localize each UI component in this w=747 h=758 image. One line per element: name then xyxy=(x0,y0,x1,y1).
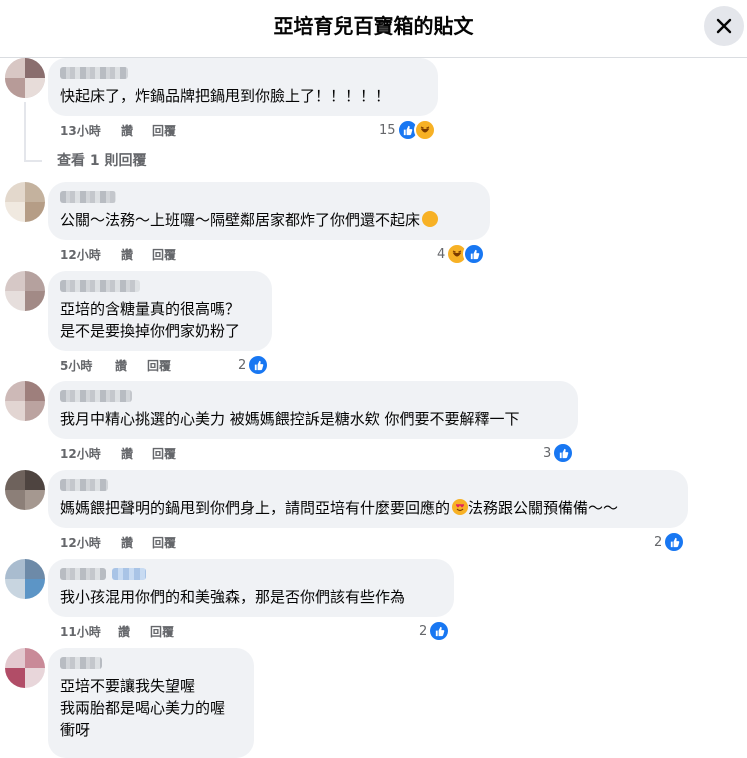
author-name-blurred[interactable] xyxy=(60,191,116,203)
author-name-blurred[interactable] xyxy=(60,657,102,669)
like-action[interactable]: 讚 xyxy=(121,445,133,462)
laughing-emoji xyxy=(422,211,439,227)
author-name-blurred[interactable] xyxy=(60,280,140,292)
comment-text-part: 媽媽餵把聲明的鍋甩到你們身上，請問亞培有什麼要回應的 xyxy=(60,499,451,517)
comment-time[interactable]: 11小時 xyxy=(60,623,101,640)
comment-text: 亞培不要讓我失望喔 我兩胎都是喝心美力的喔 衝呀 xyxy=(60,677,226,739)
reaction-summary[interactable]: 2 xyxy=(238,354,270,376)
reaction-count: 15 xyxy=(379,122,396,138)
comment-text: 公關～法務～上班囉～隔壁鄰居家都炸了你們還不起床 xyxy=(60,209,478,231)
author-name-blurred[interactable] xyxy=(60,67,128,79)
reply-action[interactable]: 回覆 xyxy=(152,445,176,462)
reaction-count: 2 xyxy=(238,357,247,373)
like-action[interactable]: 讚 xyxy=(121,534,133,551)
reaction-summary[interactable]: 15 xyxy=(379,119,436,141)
reply-action[interactable]: 回覆 xyxy=(152,534,176,551)
comment-time[interactable]: 12小時 xyxy=(60,445,101,462)
comment-text: 亞培的含糖量真的很高嗎？ 是不是要換掉你們家奶粉了 xyxy=(60,300,241,340)
reply-action[interactable]: 回覆 xyxy=(152,122,176,139)
avatar[interactable] xyxy=(5,182,45,222)
comment-text: 我小孩混用你們的和美強森，那是否你們該有些作為 xyxy=(60,588,406,606)
reply-action[interactable]: 回覆 xyxy=(150,623,174,640)
comment-bubble: 公關～法務～上班囉～隔壁鄰居家都炸了你們還不起床 xyxy=(48,182,490,240)
like-icon xyxy=(463,243,486,265)
reaction-count: 2 xyxy=(654,534,663,550)
reaction-summary[interactable]: 2 xyxy=(654,531,686,553)
author-name-blurred[interactable] xyxy=(60,479,108,491)
comment-bubble: 亞培的含糖量真的很高嗎？ 是不是要換掉你們家奶粉了 xyxy=(48,271,272,351)
reply-action[interactable]: 回覆 xyxy=(152,246,176,263)
comment-bubble: 我月中精心挑選的心美力 被媽媽餵控訴是糖水欸 你們要不要解釋一下 xyxy=(48,381,578,439)
haha-icon xyxy=(413,119,436,141)
author-name-blurred[interactable] xyxy=(60,390,132,402)
comment-time[interactable]: 5小時 xyxy=(60,357,92,374)
avatar[interactable] xyxy=(5,648,45,688)
comment-text: 媽媽餵把聲明的鍋甩到你們身上，請問亞培有什麼要回應的 法務跟公關預備備～～ xyxy=(60,497,676,519)
author-name-blurred[interactable] xyxy=(60,568,106,580)
reaction-summary[interactable]: 4 xyxy=(437,243,486,265)
comment-text-part: 法務跟公關預備備～～ xyxy=(468,499,619,517)
reaction-summary[interactable]: 2 xyxy=(419,620,451,642)
like-icon xyxy=(663,531,686,553)
heart-eyes-emoji xyxy=(452,499,469,515)
comment-bubble: 快起床了，炸鍋品牌把鍋甩到你臉上了！！！！！ xyxy=(48,58,438,116)
avatar[interactable] xyxy=(5,381,45,421)
close-button[interactable] xyxy=(704,6,744,46)
comment-text: 快起床了，炸鍋品牌把鍋甩到你臉上了！！！！！ xyxy=(60,87,391,105)
reaction-count: 4 xyxy=(437,246,446,262)
comment-bubble: 媽媽餵把聲明的鍋甩到你們身上，請問亞培有什麼要回應的 法務跟公關預備備～～ xyxy=(48,470,688,528)
like-action[interactable]: 讚 xyxy=(118,623,130,640)
comment-time[interactable]: 13小時 xyxy=(60,122,101,139)
like-action[interactable]: 讚 xyxy=(115,357,127,374)
like-action[interactable]: 讚 xyxy=(121,246,133,263)
reaction-count: 3 xyxy=(543,445,552,461)
close-icon xyxy=(716,18,732,34)
dialog-header: 亞培育兒百寶箱的貼文 xyxy=(0,0,747,58)
reaction-summary[interactable]: 3 xyxy=(543,442,575,464)
like-icon xyxy=(552,442,575,464)
avatar[interactable] xyxy=(5,271,45,311)
comment-bubble: 亞培不要讓我失望喔 我兩胎都是喝心美力的喔 衝呀 xyxy=(48,648,254,758)
reaction-count: 2 xyxy=(419,623,428,639)
view-replies-link[interactable]: 查看 1 則回覆 xyxy=(57,150,147,170)
avatar[interactable] xyxy=(5,470,45,510)
comment-time[interactable]: 12小時 xyxy=(60,534,101,551)
comment-time[interactable]: 12小時 xyxy=(60,246,101,263)
reply-thread-line xyxy=(24,102,26,162)
comment-text: 我月中精心挑選的心美力 被媽媽餵控訴是糖水欸 你們要不要解釋一下 xyxy=(60,410,520,428)
comment-bubble: 我小孩混用你們的和美強森，那是否你們該有些作為 xyxy=(48,559,454,617)
like-icon xyxy=(428,620,451,642)
like-icon xyxy=(247,354,270,376)
comment-text-content: 公關～法務～上班囉～隔壁鄰居家都炸了你們還不起床 xyxy=(60,211,421,229)
dialog-title: 亞培育兒百寶箱的貼文 xyxy=(273,14,474,38)
avatar[interactable] xyxy=(5,58,45,98)
avatar[interactable] xyxy=(5,559,45,599)
like-action[interactable]: 讚 xyxy=(121,122,133,139)
reply-action[interactable]: 回覆 xyxy=(147,357,171,374)
tagged-name-blurred[interactable] xyxy=(112,568,146,580)
reply-thread-connector xyxy=(24,160,42,162)
